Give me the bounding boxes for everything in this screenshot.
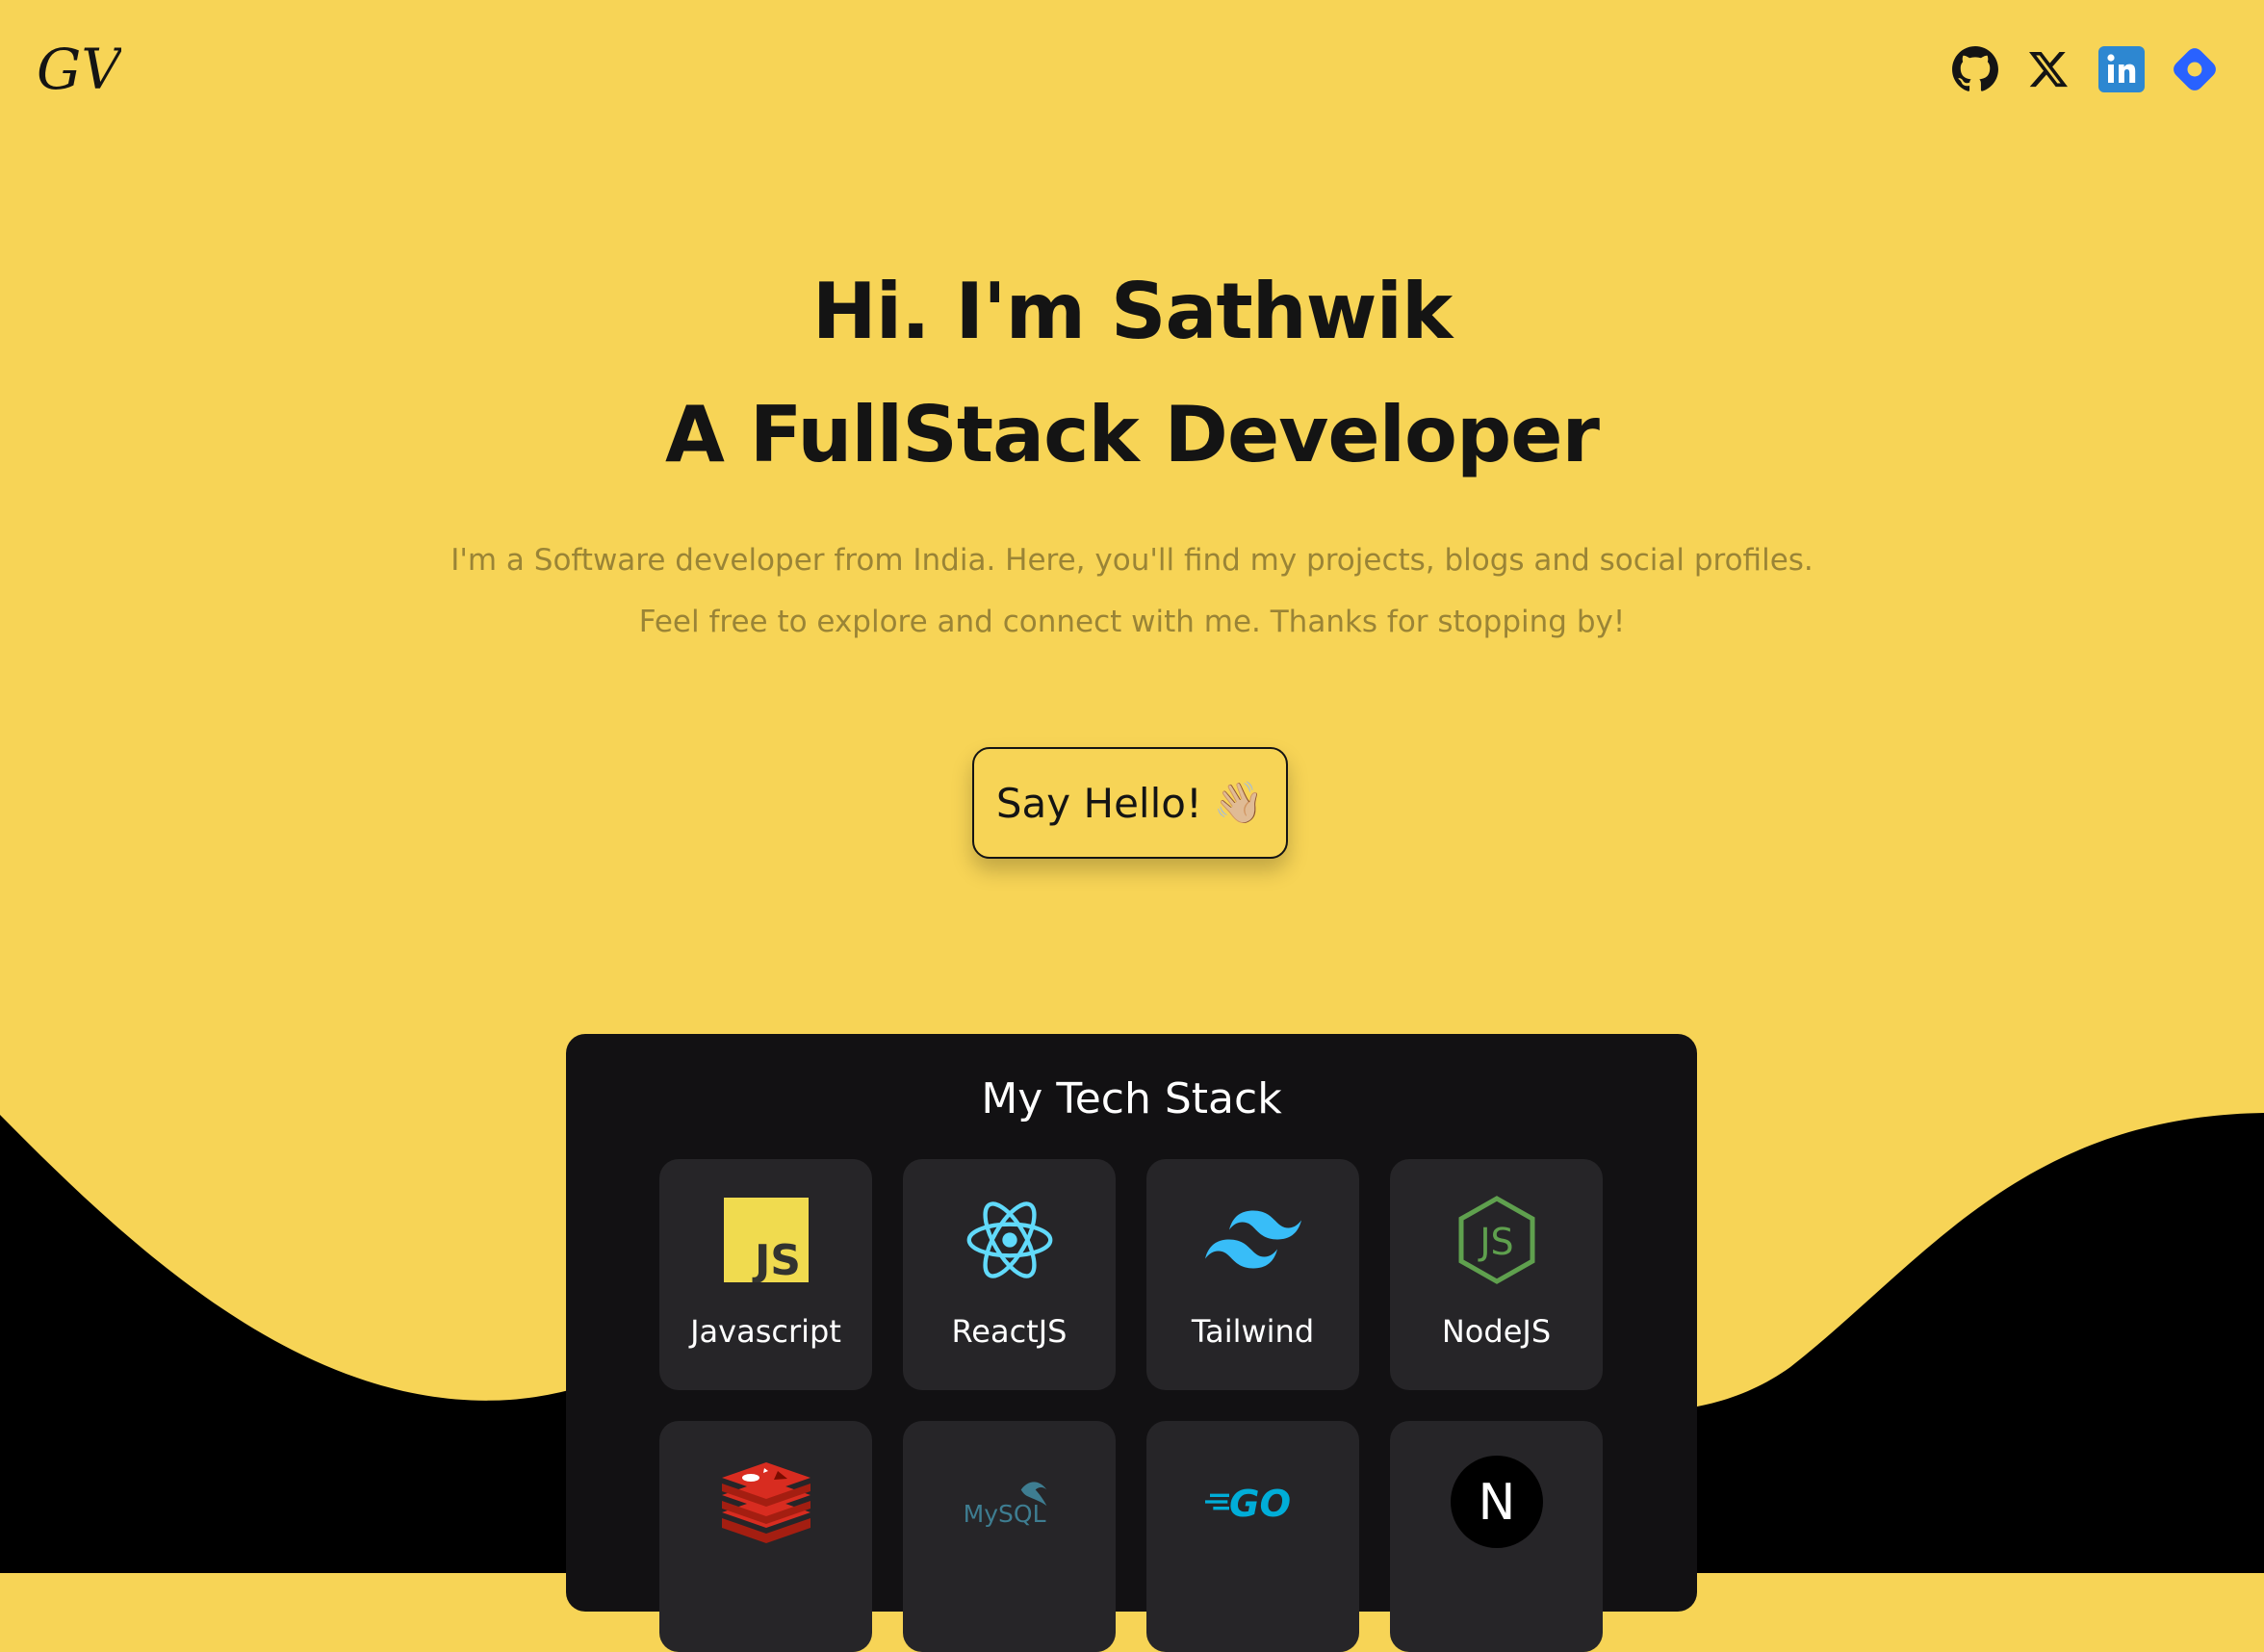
tech-tile-redis[interactable]	[659, 1421, 872, 1652]
hero-intro-line1: I'm a Software developer from India. Her…	[450, 543, 1814, 578]
social-links	[1950, 44, 2220, 94]
x-icon[interactable]	[2023, 44, 2073, 94]
tech-tile-javascript[interactable]: JS Javascript	[659, 1159, 872, 1390]
svg-text:JS: JS	[1478, 1221, 1513, 1263]
tailwind-icon	[1204, 1192, 1301, 1288]
say-hello-button[interactable]: Say Hello! 👋🏼	[972, 747, 1288, 859]
tech-tile-react[interactable]: ReactJS	[903, 1159, 1116, 1390]
tech-label: Tailwind	[1191, 1313, 1315, 1350]
tech-label: ReactJS	[951, 1313, 1068, 1350]
tech-stack-card: My Tech Stack JS Javascript ReactJS Tail…	[566, 1034, 1697, 1652]
hero-intro-line2: Feel free to explore and connect with me…	[638, 605, 1626, 639]
tech-tile-tailwind[interactable]: Tailwind	[1146, 1159, 1359, 1390]
tech-label: Javascript	[690, 1313, 841, 1350]
react-icon	[962, 1192, 1058, 1288]
go-icon-text: GO	[1229, 1483, 1291, 1526]
mysql-icon-text: MySQL	[963, 1500, 1045, 1528]
hero-title: Hi. I'm Sathwik A FullStack Developer	[0, 250, 2264, 497]
mysql-icon: MySQL	[962, 1454, 1058, 1550]
tech-tile-nextjs[interactable]: N	[1390, 1421, 1603, 1652]
tech-stack-title: My Tech Stack	[981, 1074, 1282, 1123]
linkedin-icon[interactable]	[2097, 44, 2147, 94]
site-logo[interactable]: GV	[35, 37, 126, 110]
tech-stack-grid: JS Javascript ReactJS Tailwind JS NodeJS…	[659, 1159, 1603, 1652]
hero-title-line2: A FullStack Developer	[665, 390, 1600, 479]
redis-icon	[718, 1454, 814, 1550]
nextjs-icon: N	[1449, 1454, 1545, 1550]
github-icon[interactable]	[1950, 44, 2000, 94]
hero-title-line1: Hi. I'm Sathwik	[811, 267, 1453, 356]
nextjs-icon-text: N	[1478, 1474, 1515, 1532]
javascript-icon-text: JS	[751, 1236, 800, 1282]
logo-text: GV	[37, 39, 121, 102]
tech-tile-mysql[interactable]: MySQL	[903, 1421, 1116, 1652]
javascript-icon: JS	[718, 1192, 814, 1288]
go-icon: GO	[1204, 1454, 1301, 1550]
nodejs-icon: JS	[1449, 1192, 1545, 1288]
tech-label: NodeJS	[1441, 1313, 1552, 1350]
tech-tile-go[interactable]: GO	[1146, 1421, 1359, 1652]
waving-hand-icon: 👋🏼	[1213, 779, 1265, 826]
hero-section: Hi. I'm Sathwik A FullStack Developer I'…	[0, 250, 2264, 653]
tech-tile-nodejs[interactable]: JS NodeJS	[1390, 1159, 1603, 1390]
hashnode-icon[interactable]	[2170, 44, 2220, 94]
say-hello-label: Say Hello!	[995, 779, 1202, 827]
hero-intro: I'm a Software developer from India. Her…	[0, 529, 2264, 653]
